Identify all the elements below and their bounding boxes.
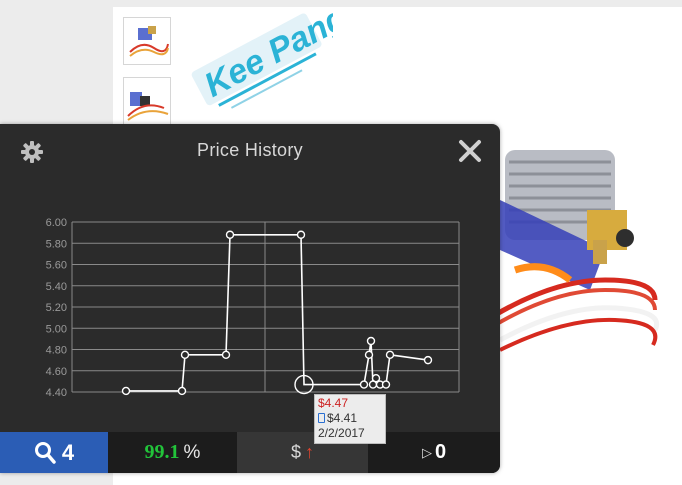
- y-tick-label: 4.60: [46, 366, 67, 378]
- price-line: [126, 234, 429, 392]
- play-icon: ▷: [421, 444, 432, 460]
- up-arrow-icon: ↑: [305, 442, 314, 462]
- price-history-chart: 6.00 5.80 5.60 5.40 5.20 5.00 4.80 4.60 4.40: [46, 217, 460, 399]
- price-point: [121, 386, 131, 396]
- price-point: [225, 230, 235, 239]
- price-point: [423, 355, 433, 365]
- rating-value: 99.1: [144, 441, 180, 463]
- y-tick-label: 4.40: [46, 387, 67, 399]
- y-tick-label: 5.20: [46, 302, 67, 314]
- search-icon: [34, 441, 56, 464]
- tooltip-date: 2/2/2017: [318, 426, 365, 440]
- y-tick-label: 5.80: [46, 238, 67, 250]
- price-point: [359, 380, 369, 389]
- views-button[interactable]: ▷ 0: [368, 432, 500, 473]
- y-tick-label: 5.60: [46, 260, 67, 272]
- price-tooltip: $4.47 $4.41 2/2/2017: [314, 394, 386, 444]
- search-count-button[interactable]: 4: [0, 432, 108, 473]
- price-point: [385, 350, 395, 360]
- search-count: 4: [61, 439, 75, 465]
- y-tick-label: 5.40: [46, 281, 67, 293]
- price-point: [366, 336, 376, 346]
- product-thumbnail-2[interactable]: [123, 77, 171, 125]
- y-tick-label: 5.00: [46, 323, 67, 335]
- product-thumbnail-1[interactable]: [123, 17, 171, 65]
- tooltip-lowest-price: $4.41: [327, 411, 358, 425]
- tooltip-current-price: $4.47: [318, 396, 349, 410]
- price-point: [371, 373, 381, 383]
- price-point: [296, 230, 306, 239]
- lowest-price-icon: [318, 413, 325, 423]
- price-point: [221, 350, 231, 360]
- y-tick-label: 4.80: [46, 345, 67, 357]
- widget-bottom-bar: 4 99.1 % $ ↑ ▷ 0: [0, 432, 500, 473]
- price-history-widget: Price History 6.00 5.80 5.60 5.40 5.20 5.00 4.…: [0, 124, 500, 473]
- rating-unit: %: [183, 441, 201, 463]
- hotend-product-image: [495, 150, 660, 352]
- price-point: [381, 380, 391, 389]
- views-count: 0: [434, 441, 447, 463]
- brand-logo: Kee Pang: [191, 10, 333, 109]
- price-symbol: $: [290, 442, 301, 462]
- price-point: [180, 350, 190, 360]
- price-point: [177, 386, 187, 396]
- y-tick-label: 6.00: [46, 217, 67, 229]
- seller-rating: 99.1 %: [108, 432, 237, 473]
- price-point: [364, 350, 374, 360]
